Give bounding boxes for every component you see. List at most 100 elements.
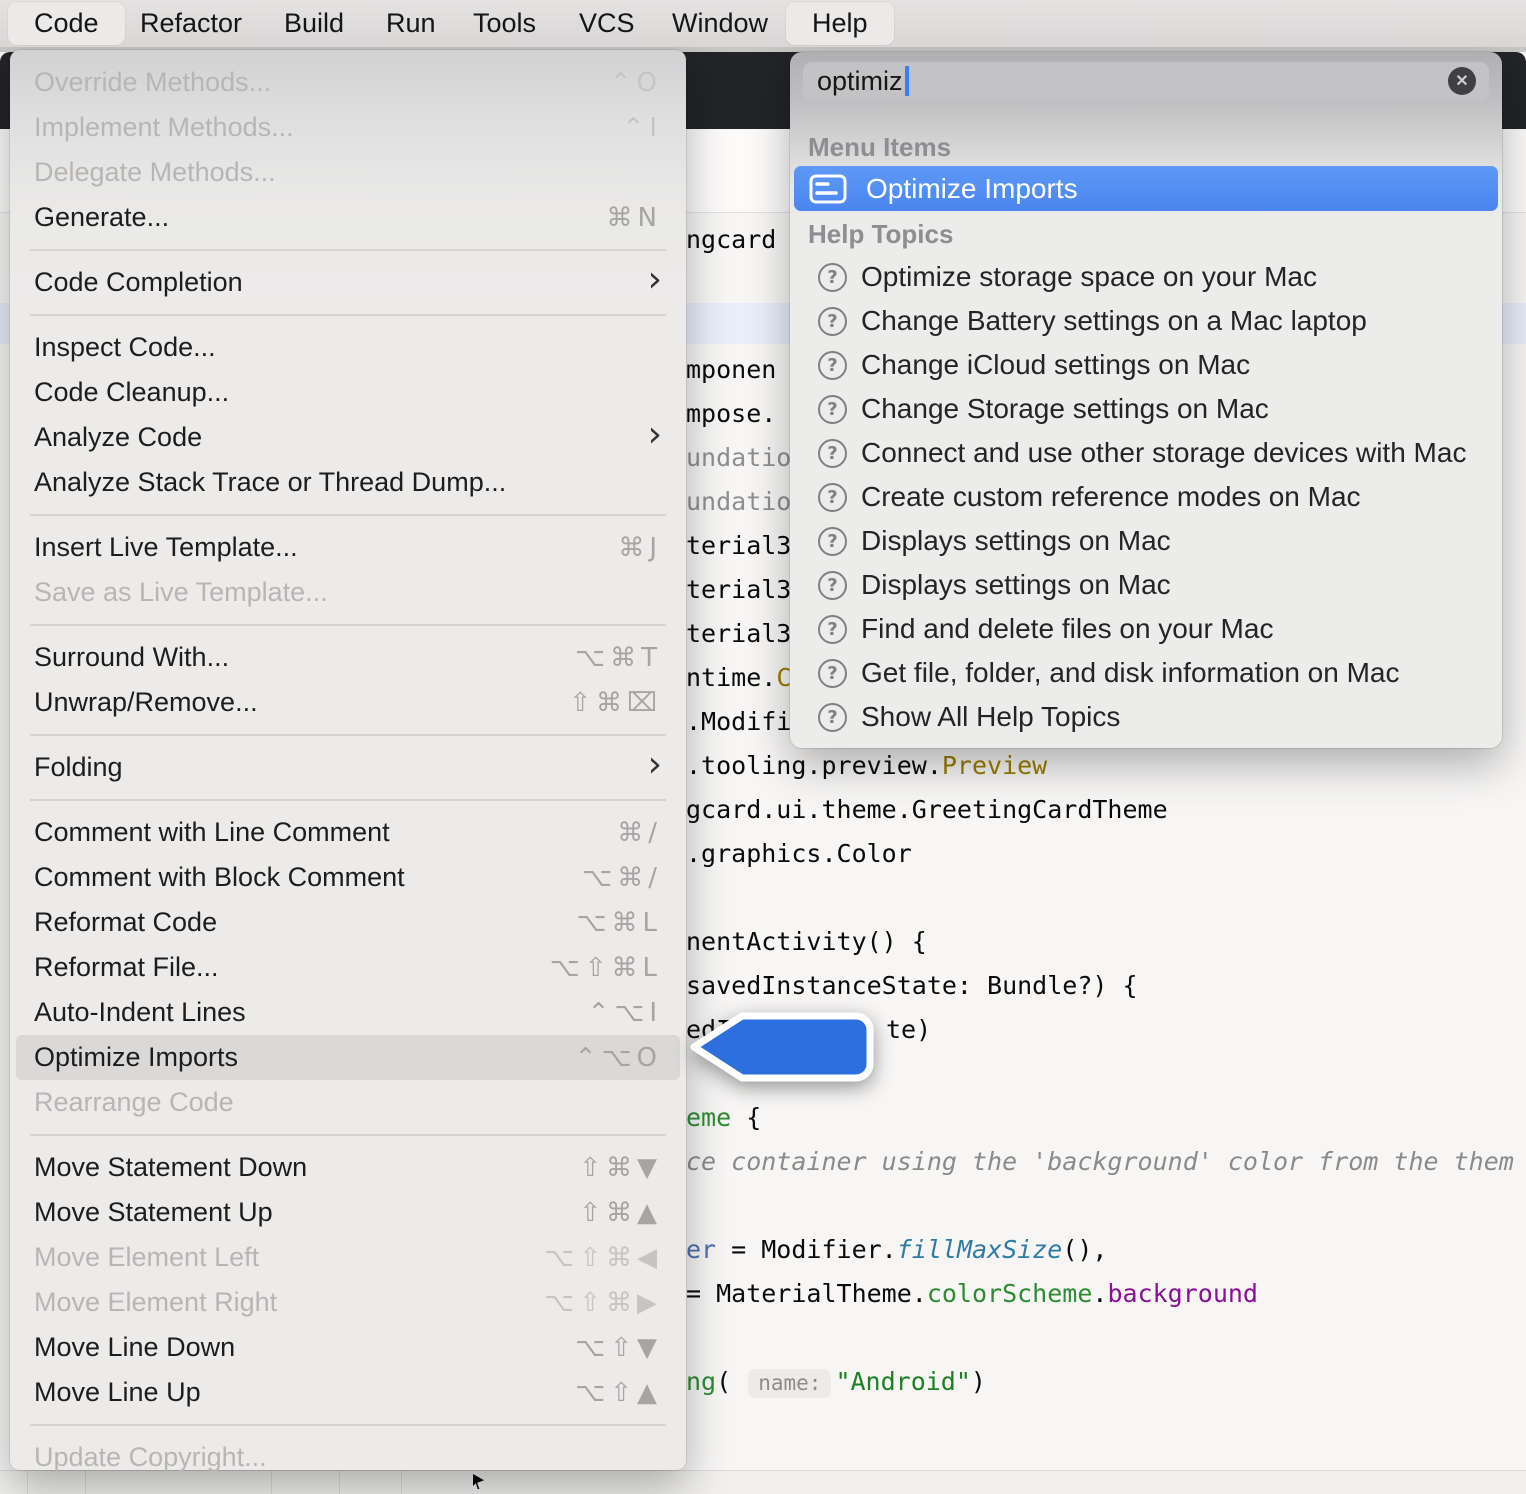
menu-separator <box>30 1424 666 1426</box>
menu-item-label: Move Element Left <box>34 1242 259 1273</box>
menu-item-comment-with-line-comment[interactable]: Comment with Line Comment⌘/ <box>16 810 680 855</box>
menu-item-folding[interactable]: Folding› <box>16 745 680 790</box>
help-topic-displays-settings-on-mac[interactable]: ? Displays settings on Mac <box>790 563 1502 607</box>
menubar-item-refactor[interactable]: Refactor <box>114 2 268 45</box>
menubar-item-code[interactable]: Code <box>8 2 125 45</box>
menu-item-inspect-code[interactable]: Inspect Code... <box>16 325 680 370</box>
help-topic-label: Change iCloud settings on Mac <box>861 349 1250 381</box>
help-topic-create-custom-reference-modes-on-mac[interactable]: ? Create custom reference modes on Mac <box>790 475 1502 519</box>
help-topic-connect-and-use-other-storage-devices-with-mac[interactable]: ? Connect and use other storage devices … <box>790 431 1502 475</box>
menu-separator <box>30 799 666 801</box>
menu-item-label: Move Statement Down <box>34 1152 307 1183</box>
menu-item-shortcut: ⌥⌘L <box>577 908 662 938</box>
code-line: undatio <box>686 441 791 475</box>
menu-item-shortcut: ⌘J <box>618 533 662 563</box>
menu-separator <box>30 624 666 626</box>
code-line: eme { <box>686 1101 761 1135</box>
clear-search-icon[interactable]: ✕ <box>1448 67 1476 95</box>
menu-item-analyze-code[interactable]: Analyze Code› <box>16 415 680 460</box>
menu-item-code-completion[interactable]: Code Completion › <box>16 260 680 305</box>
help-topic-change-battery-settings-on-a-mac-laptop[interactable]: ? Change Battery settings on a Mac lapto… <box>790 299 1502 343</box>
menu-item-auto-indent-lines[interactable]: Auto-Indent Lines⌃⌥I <box>16 990 680 1035</box>
help-topic-label: Get file, folder, and disk information o… <box>861 657 1400 689</box>
menu-result-label: Optimize Imports <box>866 173 1078 205</box>
menu-item-move-line-up[interactable]: Move Line Up ⌥⇧▲ <box>16 1370 680 1415</box>
help-question-icon: ? <box>818 703 847 732</box>
help-topic-show-all-help-topics[interactable]: ? Show All Help Topics <box>790 695 1502 739</box>
menu-item-analyze-stack-trace-or-thread-dump[interactable]: Analyze Stack Trace or Thread Dump... <box>16 460 680 505</box>
menu-item-move-element-right: Move Element Right⌥⇧⌘▶ <box>16 1280 680 1325</box>
code-line: = MaterialTheme.colorScheme.background <box>686 1277 1258 1311</box>
help-topic-displays-settings-on-mac[interactable]: ? Displays settings on Mac <box>790 519 1502 563</box>
menu-item-generate[interactable]: Generate...⌘N <box>16 195 680 240</box>
menubar: CodeRefactorBuildRunToolsVCSWindowHelp <box>0 0 1526 47</box>
menu-item-shortcut: ⇧⌘⌧ <box>569 688 662 718</box>
menu-item-shortcut: ⌥⇧⌘◀ <box>544 1243 662 1273</box>
menu-item-label: Folding <box>34 752 123 783</box>
menu-item-code-cleanup[interactable]: Code Cleanup... <box>16 370 680 415</box>
menu-item-label: Reformat Code <box>34 907 217 938</box>
menu-item-reformat-file[interactable]: Reformat File...⌥⇧⌘L <box>16 945 680 990</box>
menu-item-label: Code Completion <box>34 267 243 298</box>
menubar-item-help[interactable]: Help <box>786 2 894 45</box>
submenu-chevron-icon: › <box>648 262 662 298</box>
screenshot-root: ngcardmponenmpose.undatioundatioterial3t… <box>0 0 1526 1494</box>
code-line: mpose. <box>686 397 776 431</box>
menu-item-insert-live-template[interactable]: Insert Live Template...⌘J <box>16 525 680 570</box>
help-topic-get-file-folder-and-disk-information-on-mac[interactable]: ? Get file, folder, and disk information… <box>790 651 1502 695</box>
code-line: ce container using the 'background' colo… <box>686 1145 1514 1179</box>
menu-card-icon <box>808 173 848 205</box>
menu-item-shortcut: ⌥⌘T <box>575 643 662 673</box>
menu-item-comment-with-block-comment[interactable]: Comment with Block Comment⌥⌘/ <box>16 855 680 900</box>
menu-separator <box>30 514 666 516</box>
menubar-item-vcs[interactable]: VCS <box>553 2 661 45</box>
code-line: .tooling.preview.Preview <box>686 749 1047 783</box>
menu-item-shortcut: ⌥⇧⌘L <box>550 953 662 983</box>
submenu-chevron-icon: › <box>648 417 662 453</box>
menu-item-reformat-code[interactable]: Reformat Code ⌥⌘L <box>16 900 680 945</box>
menu-item-optimize-imports[interactable]: Optimize Imports⌃⌥O <box>16 1035 680 1080</box>
menu-item-move-line-down[interactable]: Move Line Down⌥⇧▼ <box>16 1325 680 1370</box>
menu-result-optimize-imports[interactable]: Optimize Imports <box>794 166 1498 211</box>
menu-item-label: Comment with Line Comment <box>34 817 390 848</box>
menu-item-label: Surround With... <box>34 642 229 673</box>
help-topic-label: Connect and use other storage devices wi… <box>861 437 1466 469</box>
menu-item-unwrap-remove[interactable]: Unwrap/Remove... ⇧⌘⌧ <box>16 680 680 725</box>
help-topic-change-icloud-settings-on-mac[interactable]: ? Change iCloud settings on Mac <box>790 343 1502 387</box>
code-line: gcard.ui.theme.GreetingCardTheme <box>686 793 1168 827</box>
menu-item-label: Rearrange Code <box>34 1087 234 1118</box>
menu-item-surround-with[interactable]: Surround With... ⌥⌘T <box>16 635 680 680</box>
menu-separator <box>30 249 666 251</box>
help-topic-optimize-storage-space-on-your-mac[interactable]: ? Optimize storage space on your Mac <box>790 255 1502 299</box>
help-question-icon: ? <box>818 439 847 468</box>
menu-item-label: Inspect Code... <box>34 332 216 363</box>
menu-item-shortcut: ⌃⌥O <box>575 1043 662 1073</box>
help-question-icon: ? <box>818 527 847 556</box>
help-search-input[interactable]: optimiz ✕ <box>803 62 1489 100</box>
help-topic-find-and-delete-files-on-your-mac[interactable]: ? Find and delete files on your Mac <box>790 607 1502 651</box>
menu-item-shortcut: ⌥⌘/ <box>582 863 662 893</box>
help-topic-label: Displays settings on Mac <box>861 525 1171 557</box>
menu-item-update-copyright: Update Copyright... <box>16 1435 680 1480</box>
menu-item-shortcut: ⇧⌘▲ <box>579 1198 662 1228</box>
code-line: mponen <box>686 353 776 387</box>
code-line: savedInstanceState: Bundle?) { <box>686 969 1138 1003</box>
menubar-item-window[interactable]: Window <box>646 2 794 45</box>
menu-item-shortcut: ⌥⇧▲ <box>575 1378 662 1408</box>
menu-item-label: Move Line Down <box>34 1332 235 1363</box>
help-topic-label: Optimize storage space on your Mac <box>861 261 1317 293</box>
menu-item-label: Move Line Up <box>34 1377 201 1408</box>
help-topic-change-storage-settings-on-mac[interactable]: ? Change Storage settings on Mac <box>790 387 1502 431</box>
menu-item-label: Unwrap/Remove... <box>34 687 258 718</box>
code-menu: Override Methods...⌃OImplement Methods..… <box>10 50 686 1470</box>
menu-item-label: Code Cleanup... <box>34 377 229 408</box>
menu-item-move-element-left: Move Element Left ⌥⇧⌘◀ <box>16 1235 680 1280</box>
menu-item-move-statement-down[interactable]: Move Statement Down⇧⌘▼ <box>16 1145 680 1190</box>
menu-item-move-statement-up[interactable]: Move Statement Up⇧⌘▲ <box>16 1190 680 1235</box>
menu-item-label: Implement Methods... <box>34 112 294 143</box>
menubar-item-build[interactable]: Build <box>258 2 370 45</box>
help-topic-label: Displays settings on Mac <box>861 569 1171 601</box>
text-cursor <box>905 66 909 96</box>
menubar-item-tools[interactable]: Tools <box>447 2 562 45</box>
menu-item-delegate-methods: Delegate Methods... <box>16 150 680 195</box>
